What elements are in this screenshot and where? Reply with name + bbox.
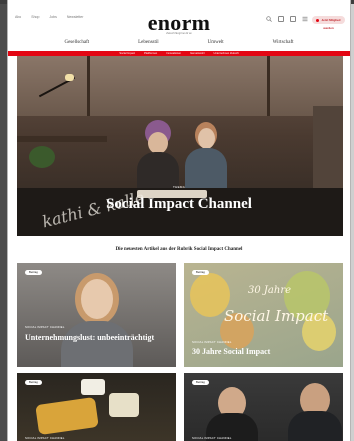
hero-kicker: THEMA xyxy=(173,185,185,189)
card-badge: Beitrag xyxy=(25,380,42,385)
article-card[interactable]: Beitrag SOCIAL IMPACT CHANNEL xyxy=(17,373,176,441)
hero-photo-person2-face xyxy=(198,128,215,149)
card-photo-note xyxy=(81,379,105,395)
main-nav: Gesellschaft Lebensstil Umwelt Wirtschaf… xyxy=(8,40,350,50)
section-title: Die neuesten Artikel aus der Rubrik Soci… xyxy=(115,247,243,252)
web-page: Abo Shop Jobs Newsletter enorm Zukunft f… xyxy=(7,0,351,441)
search-icon[interactable] xyxy=(266,16,272,22)
article-card[interactable]: Beitrag SOCIAL IMPACT CHANNEL xyxy=(184,373,343,441)
hero-photo-beam xyxy=(87,56,90,116)
subnav-item-4[interactable]: Gemeinwohl xyxy=(190,52,204,55)
nav-wirtschaft[interactable]: Wirtschaft xyxy=(273,40,294,50)
card-photo-body xyxy=(61,321,133,367)
menu-icon[interactable] xyxy=(302,16,308,22)
card-kicker: SOCIAL IMPACT CHANNEL xyxy=(192,340,232,344)
article-card[interactable]: Beitrag SOCIAL IMPACT CHANNEL Unternehmu… xyxy=(17,263,176,367)
card-photo-object xyxy=(35,396,99,436)
bag-icon[interactable] xyxy=(290,16,296,22)
hero-photo-shelf xyxy=(17,136,107,142)
hero-photo-person-face xyxy=(148,132,168,154)
hero-photo-plant xyxy=(29,146,55,168)
header-icons xyxy=(266,16,308,22)
card-kicker: SOCIAL IMPACT CHANNEL xyxy=(25,436,65,440)
subnav-item-1[interactable]: Social Impact xyxy=(119,52,135,55)
card-badge: Beitrag xyxy=(192,270,209,275)
user-icon[interactable] xyxy=(278,16,284,22)
card-photo-body xyxy=(288,411,342,441)
nav-lebensstil[interactable]: Lebensstil xyxy=(138,40,159,50)
card-badge: Beitrag xyxy=(192,380,209,385)
hero-photo-wall xyxy=(17,56,343,116)
card-photo-script: Social Impact xyxy=(224,307,329,325)
header: Abo Shop Jobs Newsletter enorm Zukunft f… xyxy=(8,4,350,35)
card-title[interactable]: 30 Jahre Social Impact xyxy=(192,347,335,356)
article-card[interactable]: 30 Jahre Social Impact Beitrag SOCIAL IM… xyxy=(184,263,343,367)
hero-photo-shelf xyxy=(313,106,343,196)
subnav-item-5[interactable]: Unternehmen Zukunft xyxy=(214,52,239,55)
card-kicker: SOCIAL IMPACT CHANNEL xyxy=(25,325,65,329)
background-left xyxy=(0,0,7,441)
card-title[interactable]: Unternehmungslust: unbeeinträchtigt xyxy=(25,333,168,342)
card-kicker: SOCIAL IMPACT CHANNEL xyxy=(192,436,232,440)
subscribe-dot-icon xyxy=(316,18,320,22)
site-tagline: Zukunft fängt bei dir an xyxy=(166,32,192,35)
hero-photo-lamp-light xyxy=(65,74,74,81)
card-photo-note xyxy=(109,393,139,417)
nav-gesellschaft[interactable]: Gesellschaft xyxy=(64,40,89,50)
hero-photo-beam xyxy=(267,56,270,116)
subscribe-button[interactable]: Jetzt Mitglied werden xyxy=(312,16,345,30)
card-photo-face xyxy=(81,279,113,319)
nav-umwelt[interactable]: Umwelt xyxy=(208,40,224,50)
subnav-item-3[interactable]: Innovationen xyxy=(166,52,181,55)
subnav-item-2[interactable]: Plattformen xyxy=(144,52,157,55)
card-badge: Beitrag xyxy=(25,270,42,275)
card-photo-script: 30 Jahre xyxy=(248,285,292,296)
hero-title[interactable]: Social Impact Channel xyxy=(8,196,350,213)
